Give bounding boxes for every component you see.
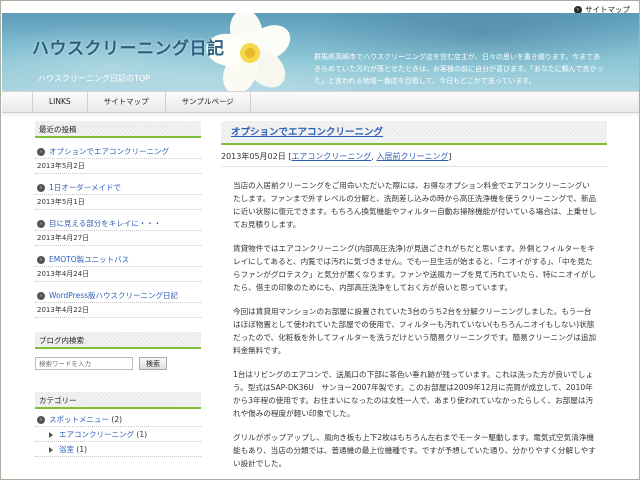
- recent-post-link[interactable]: › 1日オーダーメイドで: [35, 181, 201, 195]
- recent-post-link[interactable]: › 目に見える部分をキレイに・・・: [35, 217, 201, 231]
- recent-post-date: 2013年4月27日: [35, 231, 201, 246]
- list-item: › オプションでエアコンクリーニング 2013年5月2日: [35, 145, 201, 174]
- circle-arrow-icon: ›: [37, 416, 45, 424]
- subcategory-name[interactable]: 浴室: [59, 445, 74, 454]
- category-count: (2): [111, 415, 123, 424]
- nav-item-sample-page[interactable]: サンプルページ: [166, 92, 251, 112]
- post-category-link[interactable]: 入居前クリーニング: [376, 152, 448, 161]
- nav-item-links[interactable]: LINKS: [32, 92, 88, 112]
- subcategory-item[interactable]: 浴室 (1): [35, 443, 201, 457]
- search-button[interactable]: 検索: [139, 357, 167, 370]
- post-category-link[interactable]: エアコンクリーニング: [291, 152, 371, 161]
- list-item: › 目に見える部分をキレイに・・・ 2013年4月27日: [35, 217, 201, 246]
- triangle-right-icon: [49, 447, 53, 453]
- nav-shadow: [2, 113, 639, 117]
- recent-post-date: 2013年4月24日: [35, 267, 201, 282]
- search-form: 検索: [35, 357, 201, 370]
- nav-item-sitemap[interactable]: サイトマップ: [88, 92, 166, 112]
- circle-arrow-icon: ›: [37, 148, 45, 156]
- recent-post-date: 2013年5月1日: [35, 195, 201, 210]
- triangle-right-icon: [49, 432, 53, 438]
- post-date: 2013年05月02日: [221, 152, 286, 161]
- post-body: 当店の入居前クリーニングをご用命いただいた際には、お得なオプション料金でエアコン…: [221, 167, 607, 470]
- post-title-link[interactable]: オプションでエアコンクリーニング: [231, 127, 383, 138]
- list-item: › WordPress版ハウスクリーニング日記 2013年4月22日: [35, 289, 201, 318]
- circle-arrow-icon: ›: [37, 184, 45, 192]
- recent-post-link[interactable]: › EMOTO製ユニットバス: [35, 253, 201, 267]
- recent-post-title[interactable]: 目に見える部分をキレイに・・・: [49, 219, 161, 228]
- circle-arrow-icon: ›: [37, 220, 45, 228]
- recent-posts-list: › オプションでエアコンクリーニング 2013年5月2日 › 1日オーダーメイド…: [35, 145, 201, 318]
- recent-post-title[interactable]: 1日オーダーメイドで: [49, 183, 121, 192]
- recent-post-date: 2013年4月22日: [35, 303, 201, 318]
- global-nav: LINKS サイトマップ サンプルページ: [2, 91, 639, 113]
- post-paragraph: 賃貸物件ではエアコンクリーニング(内部高圧洗浄)が見過ごされがちだと思います。外…: [233, 244, 597, 292]
- browser-viewport: › サイトマップ ハウスクリーニング日記 ハウスクリーニング日記のTOP 群馬県…: [0, 0, 640, 480]
- site-subtitle-link[interactable]: ハウスクリーニング日記のTOP: [38, 73, 150, 84]
- subcategory-count: (1): [136, 430, 148, 439]
- site-description: 群馬県高崎市でハウスクリーニング店を営む店主が、日々の思いを書き綴ります。今まで…: [314, 53, 604, 85]
- recent-post-title[interactable]: オプションでエアコンクリーニング: [49, 147, 169, 156]
- list-item: › 1日オーダーメイドで 2013年5月1日: [35, 181, 201, 210]
- post-meta: 2013年05月02日 [エアコンクリーニング, 入居前クリーニング]: [221, 151, 607, 167]
- sidebar: 最近の投稿 › オプションでエアコンクリーニング 2013年5月2日 › 1日オ…: [35, 121, 201, 457]
- subcategory-count: (1): [76, 445, 88, 454]
- top-strip: › サイトマップ: [2, 2, 639, 14]
- category-item[interactable]: › スポットメニュー (2): [35, 413, 201, 427]
- main-content: オプションでエアコンクリーニング 2013年05月02日 [エアコンクリーニング…: [221, 121, 607, 479]
- recent-post-title[interactable]: EMOTO製ユニットバス: [49, 255, 129, 264]
- recent-post-date: 2013年5月2日: [35, 159, 201, 174]
- widget-title-search: ブログ内検索: [35, 332, 201, 349]
- list-item: › EMOTO製ユニットバス 2013年4月24日: [35, 253, 201, 282]
- circle-arrow-icon: ›: [37, 292, 45, 300]
- category-name[interactable]: スポットメニュー: [49, 415, 109, 424]
- post-title-bar: オプションでエアコンクリーニング: [221, 121, 607, 145]
- post-paragraph: 1台はリビングのエアコンで、送風口の下部に茶色い垂れ跡が残っています。これは洗っ…: [233, 370, 594, 418]
- subcategory-item[interactable]: エアコンクリーニング (1): [35, 428, 201, 442]
- widget-title-category: カテゴリー: [35, 392, 201, 409]
- site-header: ハウスクリーニング日記 ハウスクリーニング日記のTOP 群馬県高崎市でハウスクリ…: [2, 13, 639, 91]
- post-paragraph: 当店の入居前クリーニングをご用命いただいた際には、お得なオプション料金でエアコン…: [233, 181, 597, 229]
- widget-title-recent: 最近の投稿: [35, 121, 201, 138]
- recent-post-title[interactable]: WordPress版ハウスクリーニング日記: [49, 291, 178, 300]
- post-paragraph: 今回は賃貸用マンションのお部屋に設置されていた3台のうち2台を分解クリーニングし…: [233, 307, 597, 355]
- search-input[interactable]: [35, 357, 133, 370]
- recent-post-link[interactable]: › WordPress版ハウスクリーニング日記: [35, 289, 201, 303]
- recent-post-link[interactable]: › オプションでエアコンクリーニング: [35, 145, 201, 159]
- site-title[interactable]: ハウスクリーニング日記: [32, 34, 225, 59]
- category-bracket-close: ]: [448, 152, 452, 161]
- circle-arrow-icon: ›: [37, 256, 45, 264]
- post-paragraph: グリルがポップアップし、風向き板も上下2枚はもちろん左右までモーター駆動します。…: [233, 433, 596, 468]
- subcategory-name[interactable]: エアコンクリーニング: [59, 430, 134, 439]
